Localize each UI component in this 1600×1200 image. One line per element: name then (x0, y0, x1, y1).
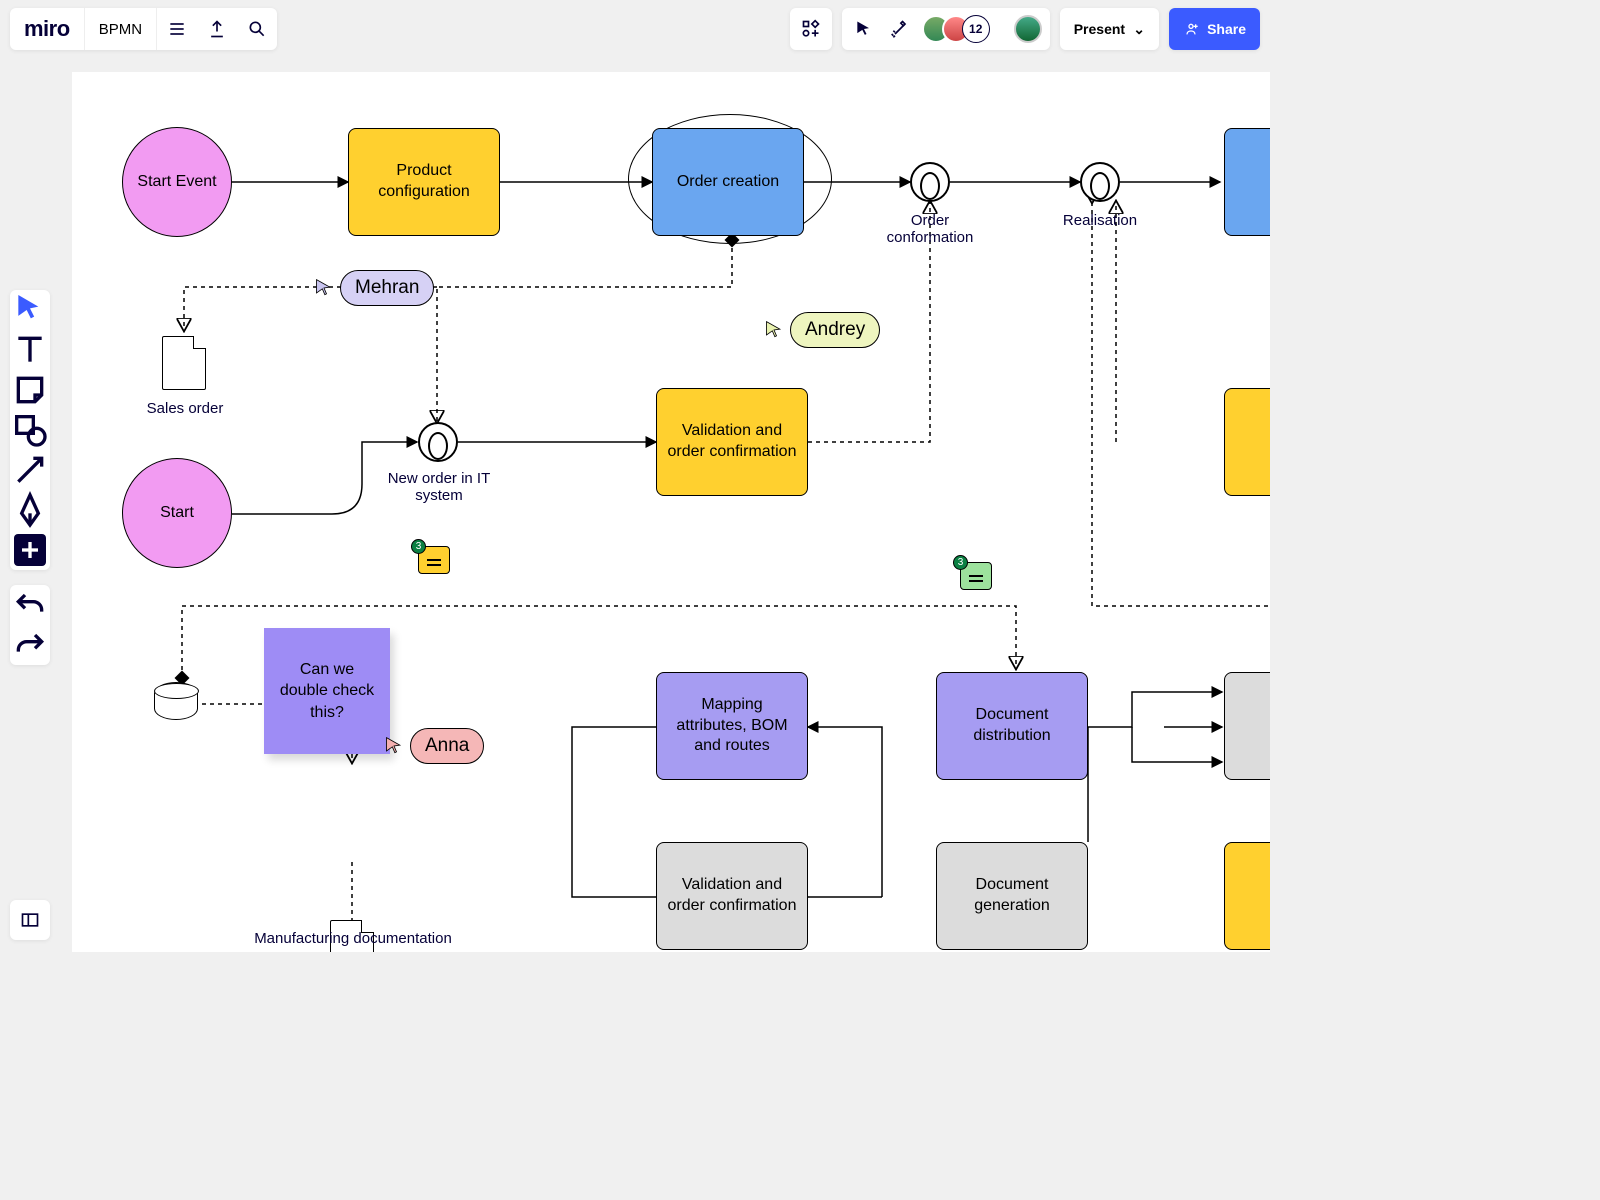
current-user-avatar[interactable] (1014, 15, 1042, 43)
board-name[interactable]: BPMN (85, 8, 157, 50)
apps-icon[interactable] (790, 8, 832, 50)
collaborator-cursor-mehran: Mehran (314, 270, 434, 306)
manufacturing-doc-label: Manufacturing documentation (248, 930, 458, 947)
text-tool[interactable] (10, 330, 50, 370)
cursor-icon (764, 320, 784, 340)
cursor-icon (314, 278, 334, 298)
comment-pin[interactable]: 3 (960, 562, 992, 590)
new-order-label: New order in IT system (372, 470, 506, 504)
frames-panel-button[interactable] (10, 900, 50, 940)
undo-button[interactable] (10, 585, 50, 625)
pen-tool[interactable] (10, 490, 50, 530)
inv-node[interactable]: Inv (1224, 388, 1270, 496)
sticky-note-tool[interactable] (10, 370, 50, 410)
new-order-gateway[interactable] (418, 422, 458, 462)
order-conformation-label: Order conformation (872, 212, 988, 246)
document-distribution-node[interactable]: Document distribution (936, 672, 1088, 780)
document-generation-node[interactable]: Document generation (936, 842, 1088, 950)
collaborator-count: 12 (962, 15, 990, 43)
more-tools[interactable] (14, 534, 46, 566)
search-icon[interactable] (237, 8, 277, 50)
cursor-mode-icon[interactable] (850, 15, 878, 43)
reactions-icon[interactable] (886, 15, 914, 43)
export-icon[interactable] (197, 8, 237, 50)
select-tool[interactable] (10, 290, 50, 330)
share-button[interactable]: Share (1169, 8, 1260, 50)
connector-tool[interactable] (10, 450, 50, 490)
mapping-node[interactable]: Mapping attributes, BOM and routes (656, 672, 808, 780)
order-conformation-gateway[interactable] (910, 162, 950, 202)
canvas[interactable]: Start Event Product configuration Order … (72, 72, 1270, 952)
ma-node[interactable]: Ma (1224, 672, 1270, 780)
collaborator-cursor-andrey: Andrey (764, 312, 880, 348)
chevron-down-icon[interactable]: ⌄ (1125, 21, 1153, 38)
present-button[interactable]: Present ⌄ (1060, 8, 1159, 50)
share-label: Share (1207, 21, 1246, 37)
validation-confirm-node[interactable]: Validation and order confirmation (656, 388, 808, 496)
present-label: Present (1074, 21, 1125, 37)
product-configuration-node[interactable]: Product configuration (348, 128, 500, 236)
start-node[interactable]: Start (122, 458, 232, 568)
collaborator-avatars[interactable]: 12 (922, 15, 990, 43)
realisation-gateway[interactable] (1080, 162, 1120, 202)
sticky-note-text: Can we double check this? (264, 628, 390, 754)
redo-button[interactable] (10, 625, 50, 665)
cursor-label: Mehran (340, 270, 434, 306)
cursor-label: Anna (410, 728, 484, 764)
p-node[interactable]: P (1224, 842, 1270, 950)
menu-icon[interactable] (157, 8, 197, 50)
sticky-note[interactable]: Can we double check this? (264, 628, 390, 754)
start-event-node[interactable]: Start Event (122, 127, 232, 237)
validation-confirm2-node[interactable]: Validation and order confirmation (656, 842, 808, 950)
cursor-icon (384, 736, 404, 756)
shape-tool[interactable] (10, 410, 50, 450)
cursor-label: Andrey (790, 312, 880, 348)
tool-palette (10, 290, 50, 570)
comment-pin[interactable]: 3 (418, 546, 450, 574)
app-logo[interactable]: miro (10, 8, 85, 50)
sales-order-label: Sales order (130, 400, 240, 417)
collaborator-cursor-anna: Anna (384, 728, 484, 764)
database-icon[interactable] (154, 682, 198, 720)
sales-order-doc-icon[interactable] (162, 336, 206, 390)
order-creation-node[interactable]: Order creation (652, 128, 804, 236)
offscreen-blue-node[interactable] (1224, 128, 1270, 236)
realisation-label: Realisation (1060, 212, 1140, 229)
